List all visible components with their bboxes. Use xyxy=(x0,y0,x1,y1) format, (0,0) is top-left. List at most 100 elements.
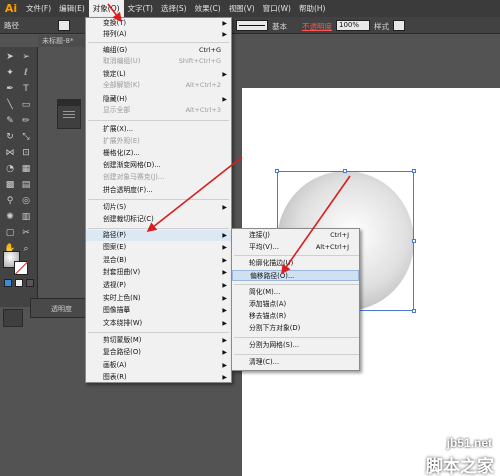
menu-item-pattern[interactable]: 图案(E) ▶ xyxy=(86,242,231,253)
fill-color-picker[interactable] xyxy=(58,20,70,31)
submenu-item-join[interactable]: 连接(J) Ctrl+J xyxy=(232,230,359,241)
menu-item-flatten-transparency[interactable]: 拼合透明度(F)... xyxy=(86,185,231,196)
menu-window[interactable]: 窗口(W) xyxy=(259,0,295,17)
shape-builder-icon[interactable]: ◔ xyxy=(4,163,16,175)
artboard-tool-icon[interactable]: ▢ xyxy=(4,227,16,239)
menu-select[interactable]: 选择(S) xyxy=(157,0,191,17)
menu-item-artboards[interactable]: 画板(A) ▶ xyxy=(86,360,231,371)
menu-edit[interactable]: 编辑(E) xyxy=(55,0,89,17)
menu-item-gradient-mesh[interactable]: 创建渐变网格(D)... xyxy=(86,160,231,171)
eyedropper-icon[interactable]: ⚲ xyxy=(4,195,16,207)
menu-item-crop-marks[interactable]: 创建裁切标记(C) xyxy=(86,214,231,225)
menu-item-compound-path[interactable]: 复合路径(O) ▶ xyxy=(86,347,231,358)
paintbrush-icon[interactable]: ✎ xyxy=(4,115,16,127)
scale-tool-icon[interactable]: ⤡ xyxy=(20,131,32,143)
menu-item-text-wrap[interactable]: 文本绕排(W) ▶ xyxy=(86,318,231,329)
menu-item-image-trace[interactable]: 图像描摹 ▶ xyxy=(86,305,231,316)
graph-tool-icon[interactable]: ▥ xyxy=(20,211,32,223)
panel-icon-button[interactable] xyxy=(3,309,23,327)
menu-item-expand[interactable]: 扩展(X)... xyxy=(86,124,231,135)
gradient-tool-icon[interactable]: ▤ xyxy=(20,179,32,191)
magic-wand-icon[interactable]: ✦ xyxy=(4,67,16,79)
none-mode-icon[interactable] xyxy=(26,279,34,287)
submenu-item-divide-below[interactable]: 分割下方对象(D) xyxy=(232,323,359,334)
menu-view[interactable]: 视图(V) xyxy=(225,0,259,17)
handle-top-left[interactable] xyxy=(275,169,279,173)
handle-middle-right[interactable] xyxy=(412,239,416,243)
style-swatch[interactable] xyxy=(393,20,405,31)
menu-help[interactable]: 帮助(H) xyxy=(295,0,330,17)
pencil-icon[interactable]: ✏ xyxy=(20,115,32,127)
menu-item-perspective[interactable]: 透视(P) ▶ xyxy=(86,280,231,291)
menu-item-arrange[interactable]: 排列(A) ▶ xyxy=(86,29,231,40)
watermark: jb51.net 脚本之家 xyxy=(396,430,500,476)
submenu-item-offset-path[interactable]: 偏移路径(O)... xyxy=(232,270,359,281)
opacity-input[interactable]: 100% xyxy=(336,20,370,31)
stroke-swatch[interactable] xyxy=(14,261,28,275)
menu-item-blend[interactable]: 混合(B) ▶ xyxy=(86,255,231,266)
menu-item-hide[interactable]: 隐藏(H) ▶ xyxy=(86,94,231,105)
slice-tool-icon[interactable]: ✂ xyxy=(20,227,32,239)
style-label: 样式 xyxy=(374,22,389,31)
symbol-sprayer-icon[interactable]: ✺ xyxy=(4,211,16,223)
menu-item-show-all[interactable]: 显示全部 Alt+Ctrl+3 xyxy=(86,105,231,116)
submenu-item-remove-anchor[interactable]: 移去锚点(R) xyxy=(232,311,359,322)
handle-top-center[interactable] xyxy=(343,169,347,173)
app-logo: Ai xyxy=(4,2,18,15)
line-tool-icon[interactable]: ╲ xyxy=(4,99,16,111)
menu-object[interactable]: 对象(O) xyxy=(88,0,124,17)
menu-item-object-mosaic[interactable]: 创建对象马赛克(J)... xyxy=(86,172,231,183)
menu-item-path[interactable]: 路径(P) ▶ xyxy=(86,230,231,241)
pen-tool-icon[interactable]: ✒ xyxy=(4,83,16,95)
width-tool-icon[interactable]: ⋈ xyxy=(4,147,16,159)
opacity-label[interactable]: 不透明度 xyxy=(302,21,332,32)
mesh-tool-icon[interactable]: ▩ xyxy=(4,179,16,191)
submenu-item-simplify[interactable]: 简化(M)... xyxy=(232,287,359,298)
zoom-tool-icon[interactable]: ⌕ xyxy=(20,243,32,255)
menu-bar: Ai 文件(F) 编辑(E) 对象(O) 文字(T) 选择(S) 效果(C) 视… xyxy=(0,0,500,17)
lasso-icon[interactable]: ℓ xyxy=(20,67,32,79)
perspective-grid-icon[interactable]: ▦ xyxy=(20,163,32,175)
stroke-profile-select[interactable] xyxy=(236,20,268,31)
menu-file[interactable]: 文件(F) xyxy=(22,0,55,17)
gradient-mode-icon[interactable] xyxy=(15,279,23,287)
menu-item-envelope-distort[interactable]: 封套扭曲(V) ▶ xyxy=(86,267,231,278)
watermark-name: 脚本之家 xyxy=(426,457,494,476)
menu-item-expand-appearance[interactable]: 扩展外观(E) xyxy=(86,136,231,147)
control-bar: 路径 基本 不透明度 100% 样式 xyxy=(0,17,500,34)
transparency-tab[interactable]: 透明度 xyxy=(51,304,72,314)
direct-selection-icon[interactable]: ➢ xyxy=(20,51,32,63)
color-mode-icon[interactable] xyxy=(4,279,12,287)
handle-bottom-right[interactable] xyxy=(412,309,416,313)
handle-top-right[interactable] xyxy=(412,169,416,173)
menu-item-unlock-all[interactable]: 全部解锁(K) Alt+Ctrl+2 xyxy=(86,80,231,91)
rotate-tool-icon[interactable]: ↻ xyxy=(4,131,16,143)
menu-item-live-paint[interactable]: 实时上色(N) ▶ xyxy=(86,293,231,304)
menu-item-slice[interactable]: 切片(S) ▶ xyxy=(86,202,231,213)
menu-item-lock[interactable]: 锁定(L) ▶ xyxy=(86,69,231,80)
submenu-item-average[interactable]: 平均(V)... Alt+Ctrl+J xyxy=(232,242,359,253)
document-tab[interactable]: 未标题-8* xyxy=(38,35,88,47)
selection-type-label: 路径 xyxy=(4,20,19,30)
menu-item-ungroup[interactable]: 取消编组(U) Shift+Ctrl+G xyxy=(86,56,231,67)
menu-item-group[interactable]: 编组(G) Ctrl+G xyxy=(86,45,231,56)
selection-tool-icon[interactable]: ➤ xyxy=(4,51,16,63)
menu-item-rasterize[interactable]: 栅格化(Z)... xyxy=(86,148,231,159)
rectangle-tool-icon[interactable]: ▭ xyxy=(20,99,32,111)
submenu-item-clean-up[interactable]: 清理(C)... xyxy=(232,357,359,368)
menu-item-graph[interactable]: 图表(R) ▶ xyxy=(86,372,231,383)
menu-item-transform[interactable]: 变换(T) ▶ xyxy=(86,18,231,29)
menu-effect[interactable]: 效果(C) xyxy=(191,0,225,17)
path-submenu: 连接(J) Ctrl+J 平均(V)... Alt+Ctrl+J 轮廓化描边(U) … xyxy=(231,228,360,371)
submenu-item-add-anchor[interactable]: 添加锚点(A) xyxy=(232,299,359,310)
transparency-panel[interactable]: 透明度 xyxy=(30,298,90,318)
menu-item-clipping-mask[interactable]: 剪切蒙版(M) ▶ xyxy=(86,335,231,346)
free-transform-icon[interactable]: ⊡ xyxy=(20,147,32,159)
submenu-item-split-grid[interactable]: 分割为网格(S)... xyxy=(232,340,359,351)
collapsed-panel[interactable] xyxy=(57,99,81,129)
type-tool-icon[interactable]: T xyxy=(20,83,32,95)
panel-header[interactable] xyxy=(58,100,80,106)
menu-type[interactable]: 文字(T) xyxy=(124,0,157,17)
submenu-item-outline-stroke[interactable]: 轮廓化描边(U) xyxy=(232,258,359,269)
blend-tool-icon[interactable]: ◎ xyxy=(20,195,32,207)
